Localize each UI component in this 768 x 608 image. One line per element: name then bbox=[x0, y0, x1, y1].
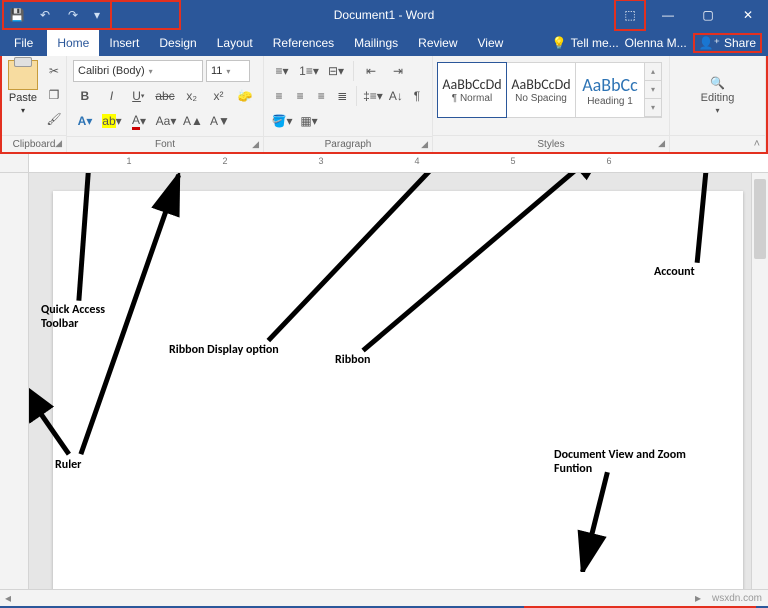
collapse-ribbon-button[interactable]: ˄ bbox=[754, 138, 760, 150]
cut-button[interactable]: ✂ bbox=[42, 60, 66, 82]
shading-button[interactable]: 🪣▾ bbox=[270, 110, 294, 132]
tab-references[interactable]: References bbox=[263, 30, 344, 56]
font-name-combo[interactable]: Calibri (Body)▾ bbox=[73, 60, 203, 82]
align-right-button[interactable]: ≡ bbox=[312, 85, 330, 107]
subscript-button[interactable]: x₂ bbox=[180, 85, 204, 107]
editing-button[interactable]: 🔍 Editing ▾ bbox=[693, 76, 743, 115]
minimize-button[interactable]: ― bbox=[648, 0, 688, 30]
font-color-button[interactable]: A▾ bbox=[127, 110, 151, 132]
workspace: Quick Access Toolbar Ribbon Display opti… bbox=[0, 173, 768, 589]
maximize-button[interactable]: ▢ bbox=[688, 0, 728, 30]
group-editing: 🔍 Editing ▾ bbox=[670, 56, 766, 152]
tell-me[interactable]: 💡Tell me... bbox=[552, 36, 619, 50]
paste-button[interactable]: Paste ▾ bbox=[8, 60, 38, 131]
format-painter-button[interactable]: 🖌 bbox=[42, 108, 66, 130]
multilevel-button[interactable]: ⊟▾ bbox=[324, 60, 348, 82]
undo-icon[interactable]: ↶ bbox=[34, 4, 56, 26]
page[interactable] bbox=[53, 191, 743, 589]
clear-formatting-button[interactable]: 🧽 bbox=[233, 85, 257, 107]
document-area[interactable]: Quick Access Toolbar Ribbon Display opti… bbox=[29, 173, 751, 589]
tab-review[interactable]: Review bbox=[408, 30, 467, 56]
highlight-button[interactable]: ab▾ bbox=[100, 110, 124, 132]
grow-font-button[interactable]: A▲ bbox=[181, 110, 205, 132]
title-bar: 💾 ↶ ↷ ▾ Document1 - Word ⬚ ― ▢ ✕ bbox=[0, 0, 768, 30]
share-button[interactable]: 👤⁺Share bbox=[693, 33, 762, 53]
paragraph-dialog-launcher[interactable]: ◢ bbox=[421, 139, 428, 150]
tab-mailings[interactable]: Mailings bbox=[344, 30, 408, 56]
line-spacing-button[interactable]: ‡≡▾ bbox=[362, 85, 384, 107]
ribbon-display-icon: ⬚ bbox=[624, 8, 635, 22]
ribbon-display-options[interactable]: ⬚ bbox=[614, 0, 646, 31]
callout-view: Document View and Zoom Funtion bbox=[554, 448, 694, 477]
style-heading-1[interactable]: AaBbCcHeading 1 bbox=[576, 62, 645, 118]
decrease-indent-button[interactable]: ⇤ bbox=[359, 60, 383, 82]
bold-button[interactable]: B bbox=[73, 85, 97, 107]
tab-layout[interactable]: Layout bbox=[207, 30, 263, 56]
font-size-combo[interactable]: 11▾ bbox=[206, 60, 250, 82]
borders-button[interactable]: ▦▾ bbox=[297, 110, 321, 132]
watermark: wsxdn.com bbox=[706, 593, 768, 604]
ribbon-tabs: File Home Insert Design Layout Reference… bbox=[0, 30, 768, 56]
tab-view[interactable]: View bbox=[468, 30, 514, 56]
superscript-button[interactable]: x² bbox=[207, 85, 231, 107]
text-effects-button[interactable]: A▾ bbox=[73, 110, 97, 132]
clipboard-dialog-launcher[interactable]: ◢ bbox=[55, 138, 62, 149]
ribbon: Paste ▾ ✂ ❐ 🖌 Clipboard◢ Calibri (Body)▾… bbox=[0, 56, 768, 154]
tab-design[interactable]: Design bbox=[149, 30, 206, 56]
vertical-scrollbar[interactable] bbox=[751, 173, 768, 589]
callout-ruler: Ruler bbox=[55, 458, 81, 472]
align-left-button[interactable]: ≡ bbox=[270, 85, 288, 107]
tab-insert[interactable]: Insert bbox=[99, 30, 149, 56]
strikethrough-button[interactable]: abc bbox=[153, 85, 177, 107]
style-no-spacing[interactable]: AaBbCcDdNo Spacing bbox=[507, 62, 576, 118]
styles-dialog-launcher[interactable]: ◢ bbox=[658, 138, 665, 149]
callout-account: Account bbox=[654, 265, 695, 279]
group-clipboard: Paste ▾ ✂ ❐ 🖌 Clipboard◢ bbox=[2, 56, 67, 152]
group-styles: AaBbCcDd¶ Normal AaBbCcDdNo Spacing AaBb… bbox=[433, 56, 670, 152]
justify-button[interactable]: ≣ bbox=[333, 85, 351, 107]
paste-icon bbox=[8, 60, 38, 90]
ruler-vertical[interactable] bbox=[0, 173, 29, 589]
callout-qat: Quick Access Toolbar bbox=[41, 303, 131, 332]
find-icon: 🔍 bbox=[710, 76, 725, 90]
shrink-font-button[interactable]: A▼ bbox=[208, 110, 232, 132]
sort-button[interactable]: A↓ bbox=[387, 85, 405, 107]
italic-button[interactable]: I bbox=[100, 85, 124, 107]
underline-button[interactable]: U▾ bbox=[126, 85, 150, 107]
quick-access-toolbar: 💾 ↶ ↷ ▾ bbox=[0, 0, 112, 30]
styles-gallery-scroll[interactable]: ▴▾▾ bbox=[645, 62, 662, 118]
bullets-button[interactable]: ≡▾ bbox=[270, 60, 294, 82]
horizontal-scrollbar[interactable]: ◂▸ wsxdn.com bbox=[0, 589, 768, 606]
style-normal[interactable]: AaBbCcDd¶ Normal bbox=[437, 62, 507, 118]
callout-rdo: Ribbon Display option bbox=[169, 343, 279, 357]
change-case-button[interactable]: Aa▾ bbox=[154, 110, 178, 132]
group-paragraph: ≡▾ 1≡▾ ⊟▾ ⇤ ⇥ ≡ ≡ ≡ ≣ ‡≡▾ A↓ ¶ 🪣▾ ▦▾ bbox=[264, 56, 433, 152]
show-marks-button[interactable]: ¶ bbox=[408, 85, 426, 107]
tab-home[interactable]: Home bbox=[47, 30, 99, 56]
share-icon: 👤⁺ bbox=[699, 36, 720, 50]
close-button[interactable]: ✕ bbox=[728, 0, 768, 30]
copy-button[interactable]: ❐ bbox=[42, 84, 66, 106]
save-icon[interactable]: 💾 bbox=[6, 4, 28, 26]
redo-icon[interactable]: ↷ bbox=[62, 4, 84, 26]
lightbulb-icon: 💡 bbox=[552, 36, 567, 50]
window-title: Document1 - Word bbox=[334, 8, 434, 22]
callout-ribbon: Ribbon bbox=[335, 353, 370, 367]
ruler-horizontal[interactable]: 1 2 3 4 5 6 bbox=[0, 154, 768, 173]
align-center-button[interactable]: ≡ bbox=[291, 85, 309, 107]
qat-customize-icon[interactable]: ▾ bbox=[90, 4, 104, 26]
account-name[interactable]: Olenna M... bbox=[625, 36, 687, 50]
font-dialog-launcher[interactable]: ◢ bbox=[252, 139, 259, 150]
group-font: Calibri (Body)▾ 11▾ B I U▾ abc x₂ x² 🧽 A… bbox=[67, 56, 264, 152]
numbering-button[interactable]: 1≡▾ bbox=[297, 60, 321, 82]
increase-indent-button[interactable]: ⇥ bbox=[386, 60, 410, 82]
tab-file[interactable]: File bbox=[0, 30, 47, 56]
